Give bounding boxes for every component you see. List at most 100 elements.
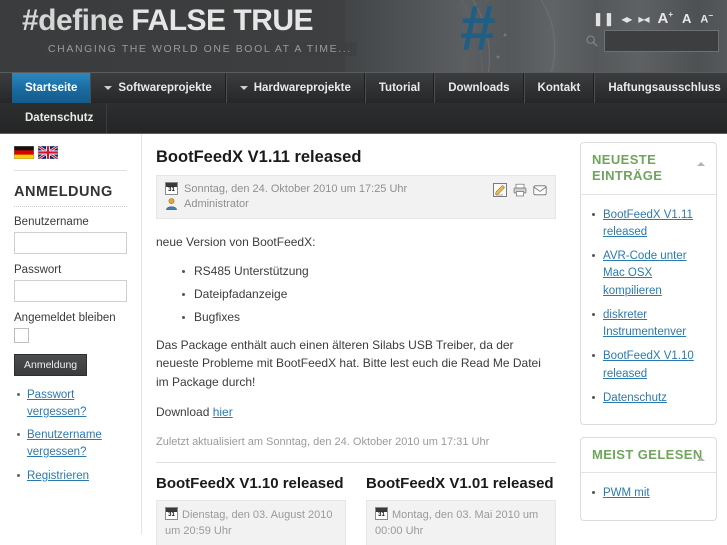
article-feature-list: RS485 Unterstützung Dateipfadanzeige Bug… <box>156 264 556 324</box>
chevron-up-icon[interactable] <box>697 162 705 166</box>
pause-icon[interactable]: ❚❚ <box>593 12 615 25</box>
remember-me-checkbox[interactable] <box>14 328 29 343</box>
password-input[interactable] <box>14 280 127 302</box>
expand-icon[interactable]: ◂▸ <box>621 13 632 25</box>
link-passwort-vergessen[interactable]: Passwort vergessen? <box>27 389 86 418</box>
login-title-underline <box>14 206 127 207</box>
nav-item-softwareprojekte[interactable]: Softwareprojekte <box>90 73 226 103</box>
username-label: Benutzername <box>14 216 89 228</box>
nav-label: Downloads <box>448 82 510 94</box>
article-meta-box: 31 Sonntag, den 24. Oktober 2010 um 17:2… <box>156 175 556 219</box>
module-body: PWM mit <box>581 473 716 519</box>
print-icon[interactable] <box>513 183 527 197</box>
hash-logo-icon: # <box>460 0 496 64</box>
sub-article-1: BootFeedX V1.01 released 31 Montag, den 0… <box>366 475 556 545</box>
nav-item-downloads[interactable]: Downloads <box>434 73 524 103</box>
email-icon[interactable] <box>533 183 547 197</box>
nav-label: Softwareprojekte <box>118 82 212 94</box>
sub-articles-row: BootFeedX V1.10 released 31 Dienstag, den… <box>156 475 556 545</box>
nav-item-hardwareprojekte[interactable]: Hardwareprojekte <box>225 73 365 103</box>
font-increase-sup: + <box>668 10 673 19</box>
header-controls: ❚❚ ◂▸ ▸◂ A+ A A− <box>593 10 713 27</box>
site-logo-title[interactable]: #define FALSE TRUE <box>22 4 314 38</box>
nav-item-datenschutz[interactable]: Datenschutz <box>12 103 108 133</box>
article-updated: Zuletzt aktualisiert am Sonntag, den 24.… <box>156 435 490 448</box>
latest-entry-link[interactable]: BootFeedX V1.11 released <box>603 209 693 238</box>
nav-label: Datenschutz <box>25 112 94 124</box>
module-meist-gelesen: MEIST GELESEN PWM mit <box>580 437 717 521</box>
list-item: PWM mit <box>592 485 706 502</box>
article-action-icons <box>493 183 547 197</box>
latest-entry-link[interactable]: BootFeedX V1.10 released <box>603 350 694 379</box>
module-title: NEUESTE EINTRÄGE <box>592 152 663 184</box>
page-title: BootFeedX V1.11 released <box>156 148 362 166</box>
list-item: Bugfixes <box>182 310 556 324</box>
sub-article-title[interactable]: BootFeedX V1.10 released <box>156 475 346 492</box>
chevron-down-icon <box>104 86 113 90</box>
username-input[interactable] <box>14 232 127 254</box>
collapse-icon[interactable]: ▸◂ <box>638 13 649 25</box>
sub-article-title[interactable]: BootFeedX V1.01 released <box>366 475 556 492</box>
language-switcher <box>14 146 127 159</box>
main-content: BootFeedX V1.11 released 31 Sonntag, den… <box>142 134 572 545</box>
header-search <box>585 30 719 52</box>
sub-article-meta: 31 Montag, den 03. Mai 2010 um 00:00 Uhr <box>366 499 556 545</box>
sidebar-divider <box>14 170 127 171</box>
page-body: ANMELDUNG Benutzername Passwort Angemeld… <box>0 134 727 545</box>
download-prefix: Download <box>156 405 213 420</box>
nav-item-haftungsausschluss[interactable]: Haftungsausschluss <box>594 73 727 103</box>
right-sidebar: NEUESTE EINTRÄGE BootFeedX V1.11 release… <box>572 134 727 534</box>
download-link[interactable]: hier <box>213 405 233 419</box>
login-submit-button[interactable]: Anmeldung <box>14 354 88 376</box>
article-intro: neue Version von BootFeedX: <box>156 235 316 249</box>
chevron-down-icon <box>239 86 248 90</box>
login-help-links: Passwort vergessen? Benutzername vergess… <box>14 387 127 484</box>
latest-entry-link[interactable]: AVR-Code unter Mac OSX kompilieren <box>603 250 687 297</box>
module-header: MEIST GELESEN <box>581 438 716 474</box>
search-input[interactable] <box>604 30 719 52</box>
article-author-row: Administrator <box>165 197 547 210</box>
module-title: MEIST GELESEN <box>592 447 703 462</box>
left-sidebar: ANMELDUNG Benutzername Passwort Angemeld… <box>0 134 142 534</box>
nav-item-tutorial[interactable]: Tutorial <box>364 73 435 103</box>
module-header: NEUESTE EINTRÄGE <box>581 143 716 195</box>
nav-label: Tutorial <box>378 82 421 94</box>
nav-label: Haftungsausschluss <box>608 82 721 94</box>
font-decrease-button[interactable]: A− <box>700 11 713 26</box>
calendar-icon: 31 <box>375 506 388 520</box>
site-header: #define FALSE TRUE CHANGING THE WORLD ON… <box>0 0 727 72</box>
latest-entries-list: BootFeedX V1.11 released AVR-Code unter … <box>592 207 706 408</box>
list-item: AVR-Code unter Mac OSX kompilieren <box>592 248 706 300</box>
flag-de-icon[interactable] <box>14 146 34 159</box>
nav-label: Startseite <box>25 82 78 94</box>
user-icon <box>166 198 177 210</box>
edit-icon[interactable] <box>493 183 507 197</box>
search-icon[interactable] <box>585 34 599 48</box>
font-decrease-sup: − <box>708 11 713 21</box>
chevron-up-icon[interactable] <box>697 457 705 461</box>
flag-gb-icon[interactable] <box>38 146 58 159</box>
font-increase-button[interactable]: A+ <box>657 10 673 27</box>
font-increase-label: A <box>657 10 669 27</box>
nav-item-kontakt[interactable]: Kontakt <box>523 73 595 103</box>
article-body: Das Package enthält auch einen älteren S… <box>156 337 541 389</box>
most-read-list: PWM mit <box>592 485 706 502</box>
sub-article-date: Montag, den 03. Mai 2010 um 00:00 Uhr <box>375 508 539 538</box>
calendar-icon: 31 <box>165 182 178 195</box>
link-benutzername-vergessen[interactable]: Benutzername vergessen? <box>27 429 102 458</box>
font-normal-button[interactable]: A <box>682 11 691 26</box>
logo-define-word: #define <box>22 4 124 37</box>
most-read-link[interactable]: PWM mit <box>603 487 650 499</box>
article-date: Sonntag, den 24. Oktober 2010 um 17:25 U… <box>184 182 408 195</box>
list-item: BootFeedX V1.10 released <box>592 348 706 383</box>
link-registrieren[interactable]: Registrieren <box>27 470 89 482</box>
latest-entry-link[interactable]: diskreter Instrumentenver <box>603 309 686 338</box>
list-item: diskreter Instrumentenver <box>592 307 706 342</box>
nav-label: Kontakt <box>537 82 581 94</box>
main-navigation: Startseite Softwareprojekte Hardwareproj… <box>0 72 727 103</box>
article-date-row: 31 Sonntag, den 24. Oktober 2010 um 17:2… <box>165 182 547 195</box>
list-item: BootFeedX V1.11 released <box>592 207 706 242</box>
nav-item-startseite[interactable]: Startseite <box>12 73 91 103</box>
calendar-icon: 31 <box>165 506 178 520</box>
latest-entry-link[interactable]: Datenschutz <box>603 392 667 404</box>
